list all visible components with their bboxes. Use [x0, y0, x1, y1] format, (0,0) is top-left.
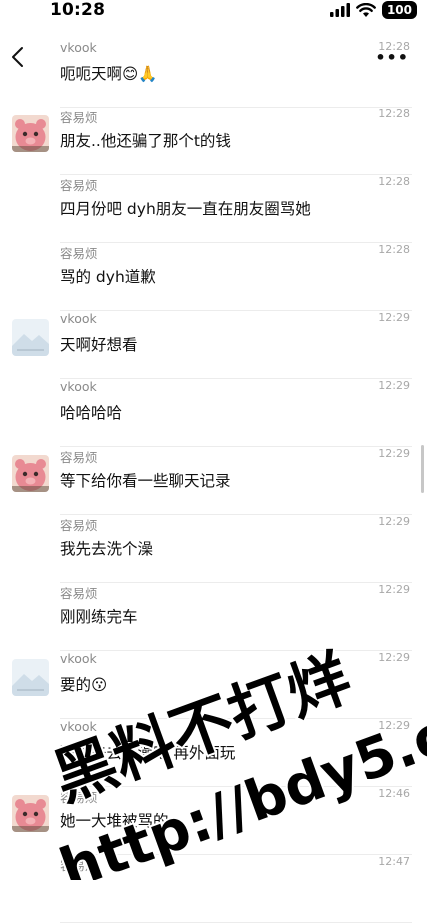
message-time: 12:29: [378, 651, 410, 664]
message-time: 12:29: [378, 379, 410, 392]
message-text: 天啊好想看: [60, 333, 138, 355]
sender-name: 容易烦: [60, 790, 98, 805]
sender-name: 容易烦: [60, 246, 98, 261]
message-text: 朋友..他还骗了那个t的钱: [60, 129, 231, 151]
message-text-content: 朋友..他还骗了那个t的钱: [60, 132, 231, 150]
battery-indicator: 100: [381, 1, 417, 19]
message-text-content: 哈哈哈哈: [60, 404, 123, 422]
message-row[interactable]: vkook 12:29 哈哈哈哈: [60, 379, 412, 447]
sender-name: vkook: [60, 40, 97, 55]
message-row[interactable]: vkook 12:29 那你先去洗澡吧 再外面玩: [60, 719, 412, 787]
message-text: 四月份吧 dyh朋友一直在朋友圈骂她: [60, 197, 311, 219]
sender-name: 容易烦: [60, 178, 98, 193]
message-text: 要的😗: [60, 673, 107, 695]
message-text: 哈哈哈哈: [60, 401, 122, 423]
message-text: 呃呃天啊😊🙏: [60, 62, 157, 84]
message-row[interactable]: 容易烦 12:47: [60, 855, 412, 923]
sender-name: 容易烦: [60, 450, 98, 465]
avatar[interactable]: [12, 115, 49, 152]
message-time: 12:28: [378, 243, 410, 256]
avatar[interactable]: [12, 319, 49, 356]
message-time: 12:29: [378, 447, 410, 460]
signal-icon: [329, 3, 350, 17]
message-text-content: 呃呃天啊: [60, 65, 123, 83]
message-row[interactable]: 容易烦 12:28 骂的 dyh道歉: [60, 243, 412, 311]
sender-name: 容易烦: [60, 110, 98, 125]
message-time: 12:29: [378, 311, 410, 324]
sender-name: vkook: [60, 379, 97, 394]
message-time: 12:29: [378, 719, 410, 732]
message-row[interactable]: 容易烦 12:29 等下给你看一些聊天记录: [60, 447, 412, 515]
wifi-icon: [356, 2, 376, 17]
message-row[interactable]: 容易烦 12:28 四月份吧 dyh朋友一直在朋友圈骂她: [60, 175, 412, 243]
message-row[interactable]: vkook 12:28 呃呃天啊😊🙏: [60, 40, 412, 108]
sender-name: 容易烦: [60, 858, 98, 873]
sender-name: 容易烦: [60, 586, 98, 601]
chevron-left-icon: [12, 47, 23, 67]
message-text-content: 四月份吧 dyh朋友一直在朋友圈骂她: [60, 200, 311, 218]
sender-name: vkook: [60, 651, 97, 666]
message-text: 刚刚练完车: [60, 605, 138, 627]
message-row[interactable]: 容易烦 12:29 我先去洗个澡: [60, 515, 412, 583]
status-bar: 10:28 100: [0, 0, 427, 36]
message-row[interactable]: vkook 12:29 天啊好想看: [60, 311, 412, 379]
message-text: 她一大堆被骂的: [60, 809, 169, 831]
message-text-content: 她一大堆被骂的: [60, 812, 169, 830]
message-text: 骂的 dyh道歉: [60, 265, 156, 287]
avatar[interactable]: [12, 795, 49, 832]
avatar[interactable]: [12, 455, 49, 492]
message-time: 12:28: [378, 107, 410, 120]
message-text-content: 我先去洗个澡: [60, 540, 154, 558]
message-time: 12:46: [378, 787, 410, 800]
message-row[interactable]: vkook 12:29 要的😗: [60, 651, 412, 719]
status-icons: 100: [329, 1, 417, 19]
sender-name: vkook: [60, 719, 97, 734]
message-text-content: 骂的 dyh道歉: [60, 268, 156, 286]
sender-name: 容易烦: [60, 518, 98, 533]
message-text: 我先去洗个澡: [60, 537, 153, 559]
message-time: 12:28: [378, 40, 410, 53]
message-text-content: 等下给你看一些聊天记录: [60, 472, 231, 490]
avatar[interactable]: [12, 659, 49, 696]
message-row[interactable]: 容易烦 12:29 刚刚练完车: [60, 583, 412, 651]
emoji-icon: 😗: [91, 676, 108, 694]
scrollbar[interactable]: [421, 445, 424, 493]
message-text-content: 天啊好想看: [60, 336, 138, 354]
message-text: 那你先去洗澡吧 再外面玩: [60, 741, 235, 763]
emoji-icon: 😊🙏: [122, 65, 158, 83]
status-time: 10:28: [50, 0, 106, 20]
message-time: 12:29: [378, 583, 410, 596]
message-text-content: 刚刚练完车: [60, 608, 138, 626]
message-row[interactable]: 容易烦 12:46 她一大堆被骂的: [60, 787, 412, 855]
message-row[interactable]: 容易烦 12:28 朋友..他还骗了那个t的钱: [60, 107, 412, 175]
message-text-content: 要的: [60, 676, 92, 694]
message-time: 12:47: [378, 855, 410, 868]
sender-name: vkook: [60, 311, 97, 326]
back-button[interactable]: [8, 44, 30, 70]
message-time: 12:29: [378, 515, 410, 528]
message-text: 等下给你看一些聊天记录: [60, 469, 231, 491]
message-time: 12:28: [378, 175, 410, 188]
message-text-content: 那你先去洗澡吧 再外面玩: [60, 744, 236, 762]
